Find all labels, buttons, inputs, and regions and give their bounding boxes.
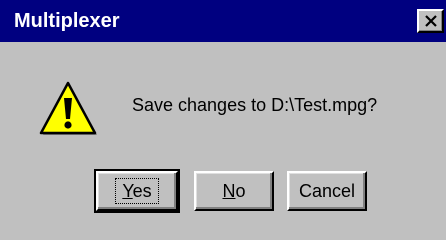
warning-icon — [39, 81, 97, 135]
yes-button[interactable]: Yes — [94, 169, 180, 213]
yes-mnemonic: Y — [122, 181, 133, 201]
title-bar[interactable]: Multiplexer — [0, 0, 446, 42]
cancel-button[interactable]: Cancel — [287, 171, 367, 211]
no-button-label: No — [222, 181, 245, 202]
close-icon — [425, 15, 437, 27]
cancel-button-label: Cancel — [298, 180, 356, 201]
window-title: Multiplexer — [14, 10, 120, 32]
yes-label-rest: es — [132, 181, 152, 201]
no-button[interactable]: No — [194, 171, 274, 211]
yes-button-label: Yes — [115, 178, 159, 204]
close-button[interactable] — [417, 9, 444, 33]
dialog-window: Multiplexer Save changes to D:\Test.mpg?… — [0, 0, 446, 240]
message-text: Save changes to D:\Test.mpg? — [132, 95, 378, 115]
no-mnemonic: N — [222, 180, 236, 201]
no-label-rest: o — [235, 180, 246, 201]
